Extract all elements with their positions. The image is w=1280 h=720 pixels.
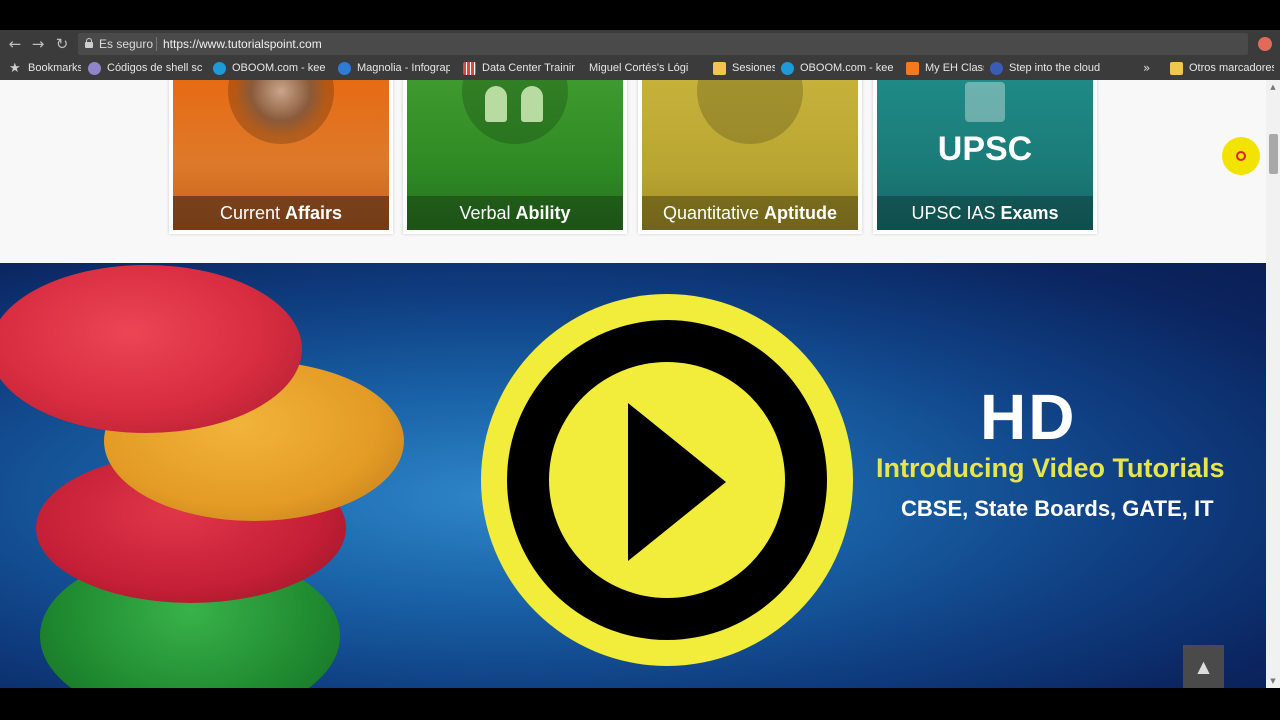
banner-title: Introducing Video Tutorials <box>876 453 1225 483</box>
card-image: Quantitative Aptitude <box>642 80 858 230</box>
card-image: Verbal Ability <box>407 80 623 230</box>
lock-icon <box>85 38 93 48</box>
card-quantitative-aptitude[interactable]: Quantitative Aptitude <box>638 80 862 234</box>
bookmark-item[interactable]: Data Center Training <box>463 60 575 76</box>
more-bookmarks-button[interactable]: » <box>1143 60 1155 76</box>
url-text[interactable]: https://www.tutorialspoint.com <box>163 37 322 51</box>
card-current-affairs[interactable]: Current Affairs <box>169 80 393 234</box>
card-verbal-ability[interactable]: Verbal Ability <box>403 80 627 234</box>
hd-label: HD <box>980 381 1077 453</box>
grid-site-icon <box>463 61 476 75</box>
card-image: UPSC UPSC IAS Exams <box>877 80 1093 230</box>
folder-icon <box>1170 61 1183 75</box>
scrollbar-thumb[interactable] <box>1269 134 1278 174</box>
bookmark-item[interactable]: OBOOM.com - keep <box>781 60 894 76</box>
web-page: Current Affairs Verbal Ability Quantitativ… <box>0 80 1266 688</box>
bookmark-label: Step into the cloud <box>1009 62 1100 74</box>
folder-icon <box>713 61 726 75</box>
divider <box>156 37 157 51</box>
card-caption: Current Affairs <box>173 196 389 230</box>
address-bar[interactable]: Es seguro https://www.tutorialspoint.com <box>78 33 1248 55</box>
bookmark-label: Data Center Training <box>482 62 575 74</box>
upsc-badge: UPSC <box>937 130 1033 168</box>
head-percent-icon <box>697 80 803 144</box>
other-bookmarks-folder[interactable]: Otros marcadores <box>1170 60 1274 76</box>
bookmark-label: Otros marcadores <box>1189 62 1274 74</box>
people-talking-icon <box>462 80 568 144</box>
bookmark-label: Magnolia - Infograpl <box>357 62 450 74</box>
scroll-down-icon[interactable]: ▼ <box>1269 677 1277 685</box>
forward-arrow-icon[interactable]: → <box>29 35 47 53</box>
bookmark-label: My EH Class <box>925 62 984 74</box>
play-icon[interactable] <box>480 293 854 667</box>
red-candy-top <box>0 265 302 433</box>
bookmark-item[interactable]: Sesiones <box>713 60 775 76</box>
bookmark-label: Miguel Cortés's Lógi <box>589 62 689 74</box>
page-scrollbar[interactable]: ▲ ▼ <box>1266 80 1280 688</box>
magnolia-icon <box>338 61 351 75</box>
card-caption: UPSC IAS Exams <box>877 196 1093 230</box>
oboom-icon <box>213 61 226 75</box>
cursor-highlight-icon <box>1222 137 1260 175</box>
banner-subtitle: CBSE, State Boards, GATE, IT <box>901 496 1214 521</box>
bookmark-item[interactable]: Step into the cloud <box>990 60 1100 76</box>
navigation-bar: ← → ↻ Es seguro https://www.tutorialspoi… <box>0 30 1280 57</box>
cloud-icon <box>990 61 1003 75</box>
bookmark-label: Bookmarks <box>28 62 81 74</box>
oboom-icon <box>781 61 794 75</box>
globe-icon <box>228 80 334 144</box>
bookmark-item[interactable]: Magnolia - Infograpl <box>338 60 450 76</box>
bookmark-site-icon <box>88 61 101 75</box>
back-to-top-button[interactable]: ▲ <box>1183 645 1224 688</box>
scroll-up-icon[interactable]: ▲ <box>1269 83 1277 91</box>
browser-chrome: ← → ↻ Es seguro https://www.tutorialspoi… <box>0 30 1280 80</box>
bookmark-item[interactable]: Miguel Cortés's Lógi <box>589 60 701 76</box>
bookmark-label: Sesiones <box>732 62 775 74</box>
bottom-letterbox <box>0 688 1280 720</box>
emblem-icon <box>965 82 1005 122</box>
person-icon <box>485 86 507 122</box>
security-label: Es seguro <box>99 37 154 51</box>
card-caption: Verbal Ability <box>407 196 623 230</box>
bookmark-label: OBOOM.com - keep <box>232 62 326 74</box>
card-upsc-ias-exams[interactable]: UPSC UPSC IAS Exams <box>873 80 1097 234</box>
bookmark-item[interactable]: OBOOM.com - keep <box>213 60 326 76</box>
bookmark-item[interactable]: My EH Class <box>906 60 984 76</box>
blogger-icon <box>906 61 919 75</box>
card-image: Current Affairs <box>173 80 389 230</box>
reload-icon[interactable]: ↻ <box>53 35 71 53</box>
back-arrow-icon[interactable]: ← <box>6 35 24 53</box>
video-tutorials-banner[interactable]: HD Introducing Video Tutorials CBSE, Sta… <box>0 263 1266 688</box>
bookmark-label: OBOOM.com - keep <box>800 62 894 74</box>
bookmarks-bar: ★ Bookmarks Códigos de shell scrip OBOOM.… <box>0 57 1280 80</box>
extension-icon[interactable] <box>1258 37 1272 51</box>
star-icon: ★ <box>9 60 21 76</box>
bookmark-label: Códigos de shell scrip <box>107 62 202 74</box>
bookmark-item[interactable]: Códigos de shell scrip <box>88 60 202 76</box>
person-icon <box>521 86 543 122</box>
top-letterbox <box>0 0 1280 30</box>
card-caption: Quantitative Aptitude <box>642 196 858 230</box>
bookmark-item[interactable]: ★ Bookmarks <box>9 60 81 76</box>
